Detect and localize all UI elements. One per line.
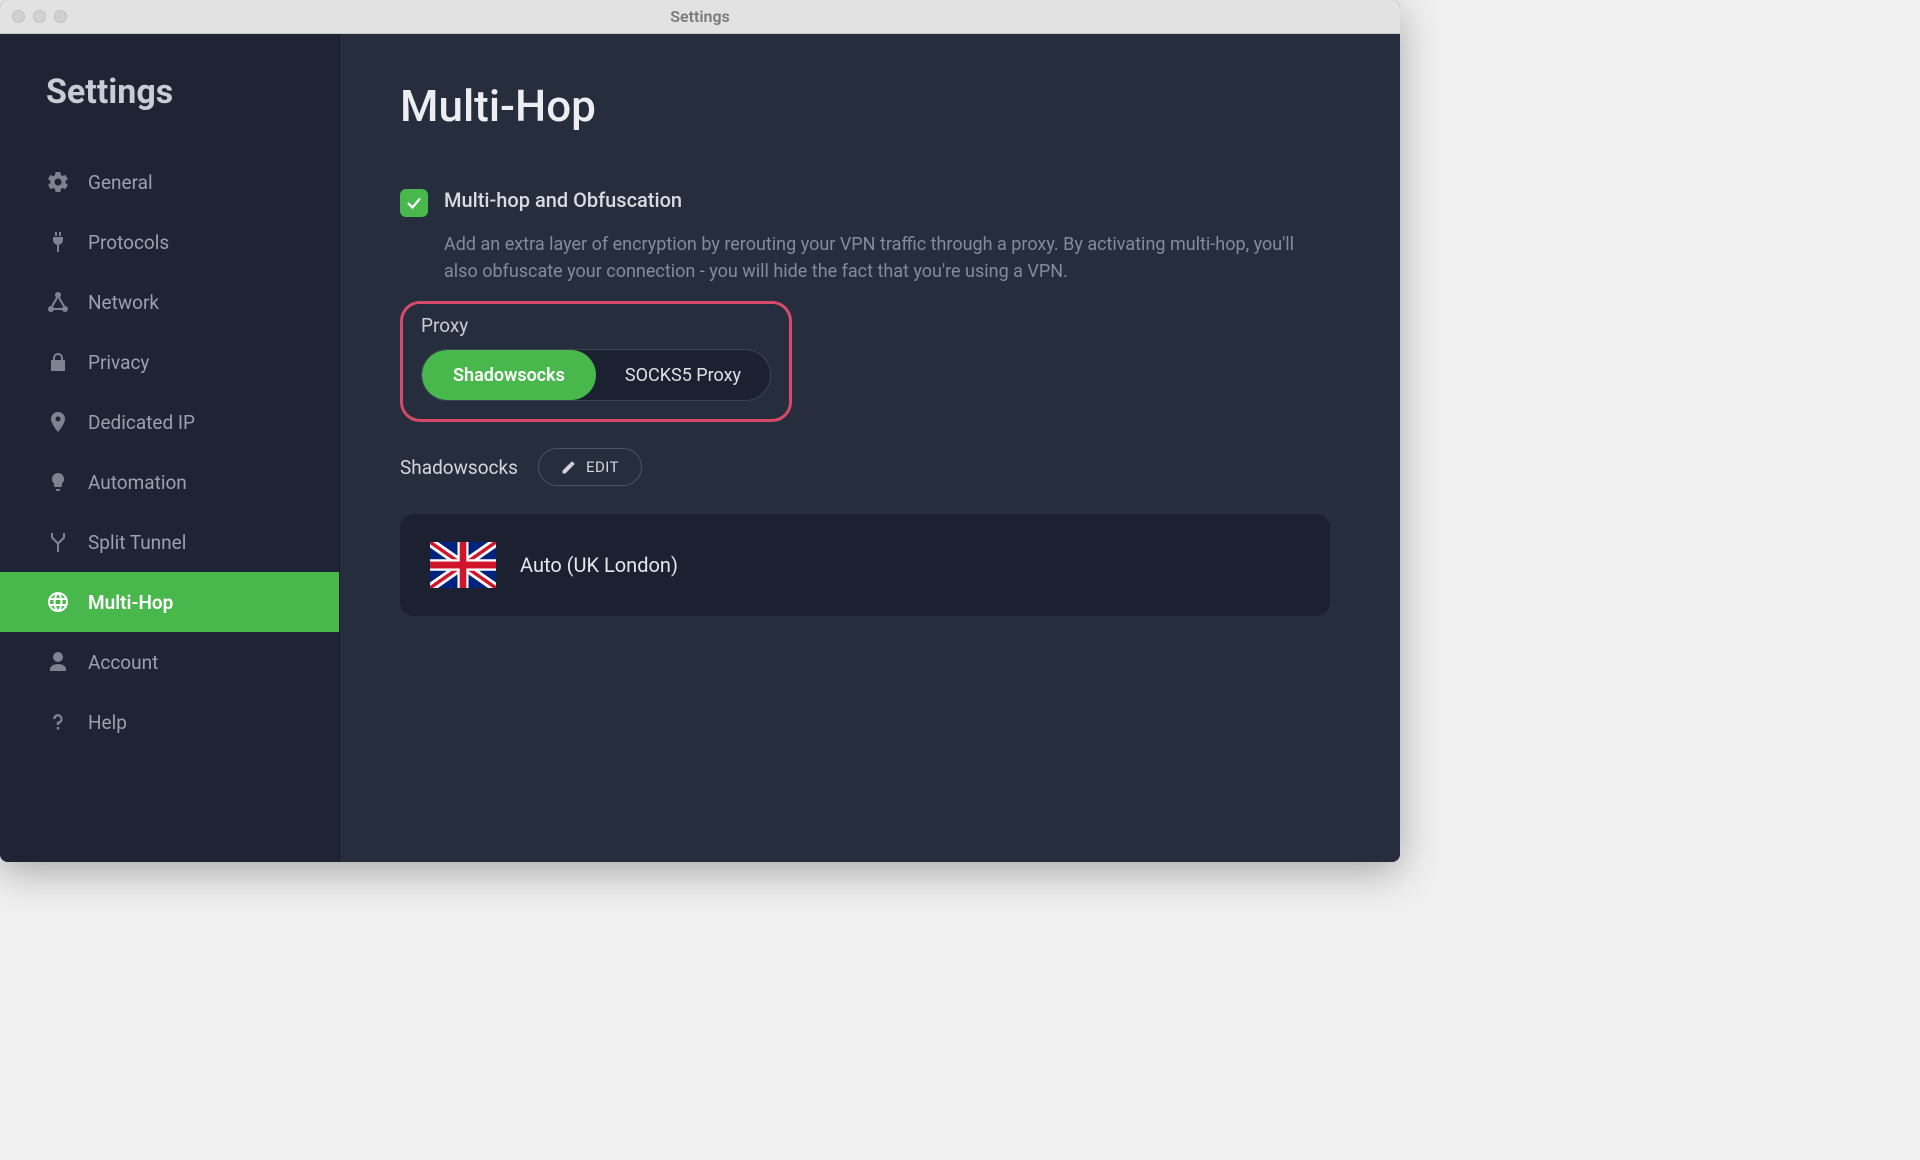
sidebar-item-label: General <box>88 171 153 194</box>
person-icon <box>46 650 70 674</box>
check-icon <box>405 194 423 212</box>
network-icon <box>46 290 70 314</box>
shadowsocks-row: Shadowsocks EDIT <box>400 448 1330 486</box>
titlebar: Settings <box>0 0 1400 34</box>
shadowsocks-label: Shadowsocks <box>400 456 518 479</box>
proxy-segmented-control: Shadowsocks SOCKS5 Proxy <box>421 349 771 401</box>
sidebar-item-general[interactable]: General <box>0 152 339 212</box>
sidebar-item-label: Help <box>88 711 127 734</box>
multihop-option-description: Add an extra layer of encryption by rero… <box>444 231 1304 285</box>
pencil-icon <box>561 460 576 475</box>
multihop-option-label: Multi-hop and Obfuscation <box>444 188 682 212</box>
sidebar-item-label: Automation <box>88 471 187 494</box>
split-arrows-icon <box>46 530 70 554</box>
plug-icon <box>46 230 70 254</box>
page-title: Multi-Hop <box>400 80 1330 132</box>
server-card[interactable]: Auto (UK London) <box>400 514 1330 616</box>
location-pin-icon <box>46 410 70 434</box>
uk-flag-icon <box>430 542 496 588</box>
sidebar-item-help[interactable]: Help <box>0 692 339 752</box>
settings-window: Settings Settings General Protocols <box>0 0 1400 862</box>
sidebar-item-privacy[interactable]: Privacy <box>0 332 339 392</box>
sidebar-item-label: Account <box>88 651 158 674</box>
sidebar-item-protocols[interactable]: Protocols <box>0 212 339 272</box>
window-title: Settings <box>670 7 730 26</box>
sidebar: Settings General Protocols Network <box>0 34 340 862</box>
sidebar-item-label: Multi-Hop <box>88 591 173 614</box>
sidebar-item-multi-hop[interactable]: Multi-Hop <box>0 572 339 632</box>
lightbulb-icon <box>46 470 70 494</box>
sidebar-item-label: Privacy <box>88 351 149 374</box>
question-icon <box>46 710 70 734</box>
sidebar-item-account[interactable]: Account <box>0 632 339 692</box>
sidebar-item-split-tunnel[interactable]: Split Tunnel <box>0 512 339 572</box>
proxy-segment-socks5[interactable]: SOCKS5 Proxy <box>596 350 770 400</box>
close-window-button[interactable] <box>12 10 25 23</box>
multihop-option-row: Multi-hop and Obfuscation <box>400 188 1330 217</box>
sidebar-item-label: Protocols <box>88 231 169 254</box>
main-panel: Multi-Hop Multi-hop and Obfuscation Add … <box>340 34 1400 862</box>
maximize-window-button[interactable] <box>54 10 67 23</box>
sidebar-item-dedicated-ip[interactable]: Dedicated IP <box>0 392 339 452</box>
sidebar-item-label: Dedicated IP <box>88 411 195 434</box>
sidebar-item-label: Network <box>88 291 159 314</box>
proxy-segment-shadowsocks[interactable]: Shadowsocks <box>422 350 596 400</box>
sidebar-item-network[interactable]: Network <box>0 272 339 332</box>
server-name: Auto (UK London) <box>520 553 678 577</box>
sidebar-item-automation[interactable]: Automation <box>0 452 339 512</box>
globe-icon <box>46 590 70 614</box>
proxy-highlight-box: Proxy Shadowsocks SOCKS5 Proxy <box>400 301 792 422</box>
minimize-window-button[interactable] <box>33 10 46 23</box>
sidebar-heading: Settings <box>0 72 339 152</box>
edit-button-label: EDIT <box>586 458 619 476</box>
multihop-checkbox[interactable] <box>400 189 428 217</box>
edit-button[interactable]: EDIT <box>538 448 642 486</box>
gear-icon <box>46 170 70 194</box>
proxy-section-label: Proxy <box>421 314 771 337</box>
window-controls <box>12 10 67 23</box>
lock-icon <box>46 350 70 374</box>
sidebar-item-label: Split Tunnel <box>88 531 186 554</box>
